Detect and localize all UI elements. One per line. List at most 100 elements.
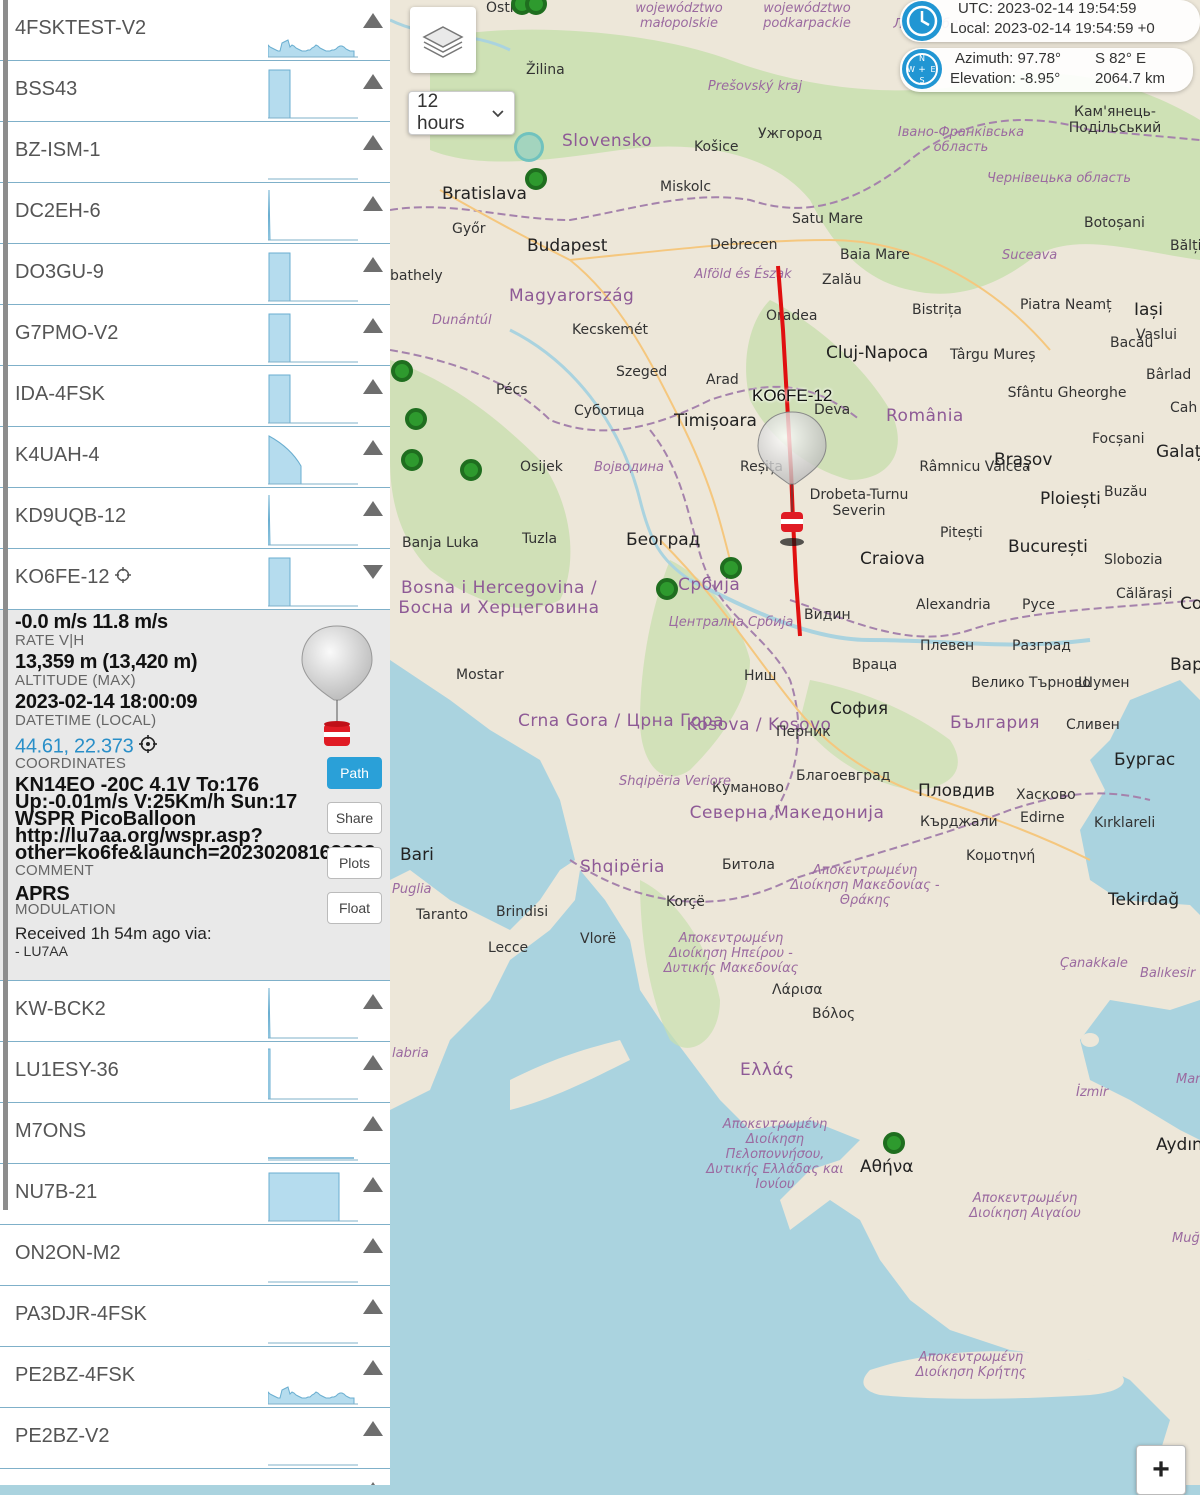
crosshair-icon[interactable] bbox=[138, 735, 157, 759]
sun-direction: S 82° E bbox=[1095, 50, 1147, 67]
balloon-callsign: KW-BCK2 bbox=[15, 998, 106, 1020]
sidebar-scrollbar[interactable] bbox=[3, 0, 8, 1210]
balloon-row[interactable]: PE2BZ-4FSK bbox=[0, 1347, 390, 1408]
balloon-row[interactable]: PE2BZ-V2 bbox=[0, 1408, 390, 1469]
expand-arrow-icon[interactable] bbox=[361, 130, 385, 154]
balloon-marker[interactable] bbox=[405, 408, 427, 430]
sun-elevation: Elevation: -8.95° bbox=[950, 70, 1061, 87]
balloon-callsign: ON2ON-M2 bbox=[15, 1242, 121, 1264]
share-button[interactable]: Share bbox=[327, 802, 382, 834]
modulation-label: MODULATION bbox=[15, 901, 116, 918]
balloon-row[interactable]: LU1ESY-36 bbox=[0, 1042, 390, 1103]
sun-distance: 2064.7 km bbox=[1095, 70, 1166, 87]
balloon-list-sidebar[interactable]: 4FSKTEST-V2 BSS43 BZ-ISM-1 DC2EH-6 DO3GU-9 G7… bbox=[0, 0, 393, 1485]
expand-arrow-icon[interactable] bbox=[361, 252, 385, 276]
svg-text:E: E bbox=[930, 65, 935, 74]
expand-arrow-icon[interactable] bbox=[361, 313, 385, 337]
balloon-callsign: PE2BZ-V2 bbox=[15, 1425, 110, 1447]
path-button[interactable]: Path bbox=[327, 757, 382, 789]
balloon-callsign: KO6FE-12 bbox=[15, 566, 132, 589]
balloon-row[interactable]: BZ-ISM-1 bbox=[0, 122, 390, 183]
altitude-sparkline bbox=[268, 1108, 358, 1161]
balloon-marker[interactable] bbox=[401, 449, 423, 471]
balloon-row[interactable]: IDA-4FSK bbox=[0, 366, 390, 427]
balloon-track bbox=[776, 265, 802, 637]
balloon-row[interactable]: VE3KCL-32 bbox=[0, 1469, 390, 1485]
expand-arrow-icon[interactable] bbox=[361, 69, 385, 93]
map-balloon-marker[interactable] bbox=[756, 410, 828, 550]
expand-arrow-icon[interactable] bbox=[361, 989, 385, 1013]
altitude-sparkline bbox=[268, 1474, 358, 1485]
balloon-row[interactable]: KO6FE-12 bbox=[0, 549, 390, 610]
altitude-sparkline bbox=[268, 432, 358, 485]
balloon-row[interactable]: NU7B-21 bbox=[0, 1164, 390, 1225]
svg-text:W: W bbox=[907, 65, 915, 74]
balloon-row[interactable]: KW-BCK2 bbox=[0, 981, 390, 1042]
layers-button[interactable] bbox=[410, 7, 476, 73]
balloon-callsign: BZ-ISM-1 bbox=[15, 139, 101, 161]
rate-label: RATE V|H bbox=[15, 632, 85, 649]
collapse-arrow-icon[interactable] bbox=[361, 557, 385, 581]
altitude-sparkline bbox=[267, 1047, 358, 1100]
expand-arrow-icon[interactable] bbox=[361, 1294, 385, 1318]
coordinates-label: COORDINATES bbox=[15, 755, 127, 772]
track-target-icon[interactable] bbox=[115, 567, 132, 588]
balloon-row[interactable]: BSS43 bbox=[0, 61, 390, 122]
expand-arrow-icon[interactable] bbox=[361, 8, 385, 32]
altitude-sparkline bbox=[268, 66, 358, 119]
balloon-marker[interactable] bbox=[525, 168, 547, 190]
map-view[interactable]: Ostr województwo małopolskie województwo p… bbox=[390, 0, 1200, 1485]
altitude-sparkline bbox=[268, 1291, 358, 1344]
expand-arrow-icon[interactable] bbox=[361, 191, 385, 215]
svg-text:S: S bbox=[919, 76, 924, 85]
balloon-row[interactable]: K4UAH-4 bbox=[0, 427, 390, 488]
sun-azimuth: Azimuth: 97.78° bbox=[955, 50, 1062, 67]
balloon-marker[interactable] bbox=[656, 578, 678, 600]
balloon-row[interactable]: KD9UQB-12 bbox=[0, 488, 390, 549]
balloon-row[interactable]: DC2EH-6 bbox=[0, 183, 390, 244]
balloon-icon bbox=[300, 624, 374, 757]
balloon-marker[interactable] bbox=[391, 360, 413, 382]
balloon-row[interactable]: PA3DJR-4FSK bbox=[0, 1286, 390, 1347]
received-via: - LU7AA bbox=[15, 943, 68, 959]
float-button[interactable]: Float bbox=[327, 892, 382, 924]
expand-arrow-icon[interactable] bbox=[361, 1233, 385, 1257]
coordinates-link[interactable]: 44.61, 22.373 bbox=[15, 735, 134, 757]
altitude-sparkline bbox=[267, 5, 358, 58]
expand-arrow-icon[interactable] bbox=[361, 1416, 385, 1440]
balloon-marker[interactable] bbox=[883, 1132, 905, 1154]
expand-arrow-icon[interactable] bbox=[361, 374, 385, 398]
plots-button[interactable]: Plots bbox=[327, 847, 382, 879]
balloon-row[interactable]: M7ONS bbox=[0, 1103, 390, 1164]
balloon-row[interactable]: G7PMO-V2 bbox=[0, 305, 390, 366]
altitude-sparkline bbox=[268, 249, 358, 302]
received-text: Received 1h 54m ago via: bbox=[15, 924, 212, 943]
expand-arrow-icon[interactable] bbox=[361, 496, 385, 520]
balloon-row[interactable]: DO3GU-9 bbox=[0, 244, 390, 305]
balloon-callsign: KD9UQB-12 bbox=[15, 505, 127, 527]
time-range-value: 12 hours bbox=[417, 91, 465, 134]
comment-label: COMMENT bbox=[15, 862, 94, 879]
zoom-in-button[interactable]: + bbox=[1136, 1445, 1186, 1495]
expand-arrow-icon[interactable] bbox=[361, 1477, 385, 1485]
layers-icon bbox=[422, 26, 464, 58]
balloon-row[interactable]: 4FSKTEST-V2 bbox=[0, 0, 390, 61]
balloon-row[interactable]: ON2ON-M2 bbox=[0, 1225, 390, 1286]
balloon-callsign: PA3DJR-4FSK bbox=[15, 1303, 147, 1325]
expand-arrow-icon[interactable] bbox=[361, 1172, 385, 1196]
utc-time: UTC: 2023-02-14 19:54:59 bbox=[958, 0, 1137, 17]
compass-icon: N W E S + bbox=[902, 49, 942, 89]
altitude-value: 13,359 m (13,420 m) bbox=[15, 651, 198, 673]
altitude-sparkline bbox=[267, 188, 358, 241]
expand-arrow-icon[interactable] bbox=[361, 1355, 385, 1379]
expand-arrow-icon[interactable] bbox=[361, 1050, 385, 1074]
expand-arrow-icon[interactable] bbox=[361, 1111, 385, 1135]
time-range-select[interactable]: 12 hours bbox=[408, 91, 515, 135]
altitude-sparkline bbox=[267, 493, 358, 546]
clock-icon bbox=[902, 1, 942, 41]
balloon-callsign: DC2EH-6 bbox=[15, 200, 101, 222]
balloon-marker[interactable] bbox=[460, 459, 482, 481]
balloon-marker[interactable] bbox=[514, 132, 544, 162]
balloon-marker[interactable] bbox=[720, 557, 742, 579]
expand-arrow-icon[interactable] bbox=[361, 435, 385, 459]
